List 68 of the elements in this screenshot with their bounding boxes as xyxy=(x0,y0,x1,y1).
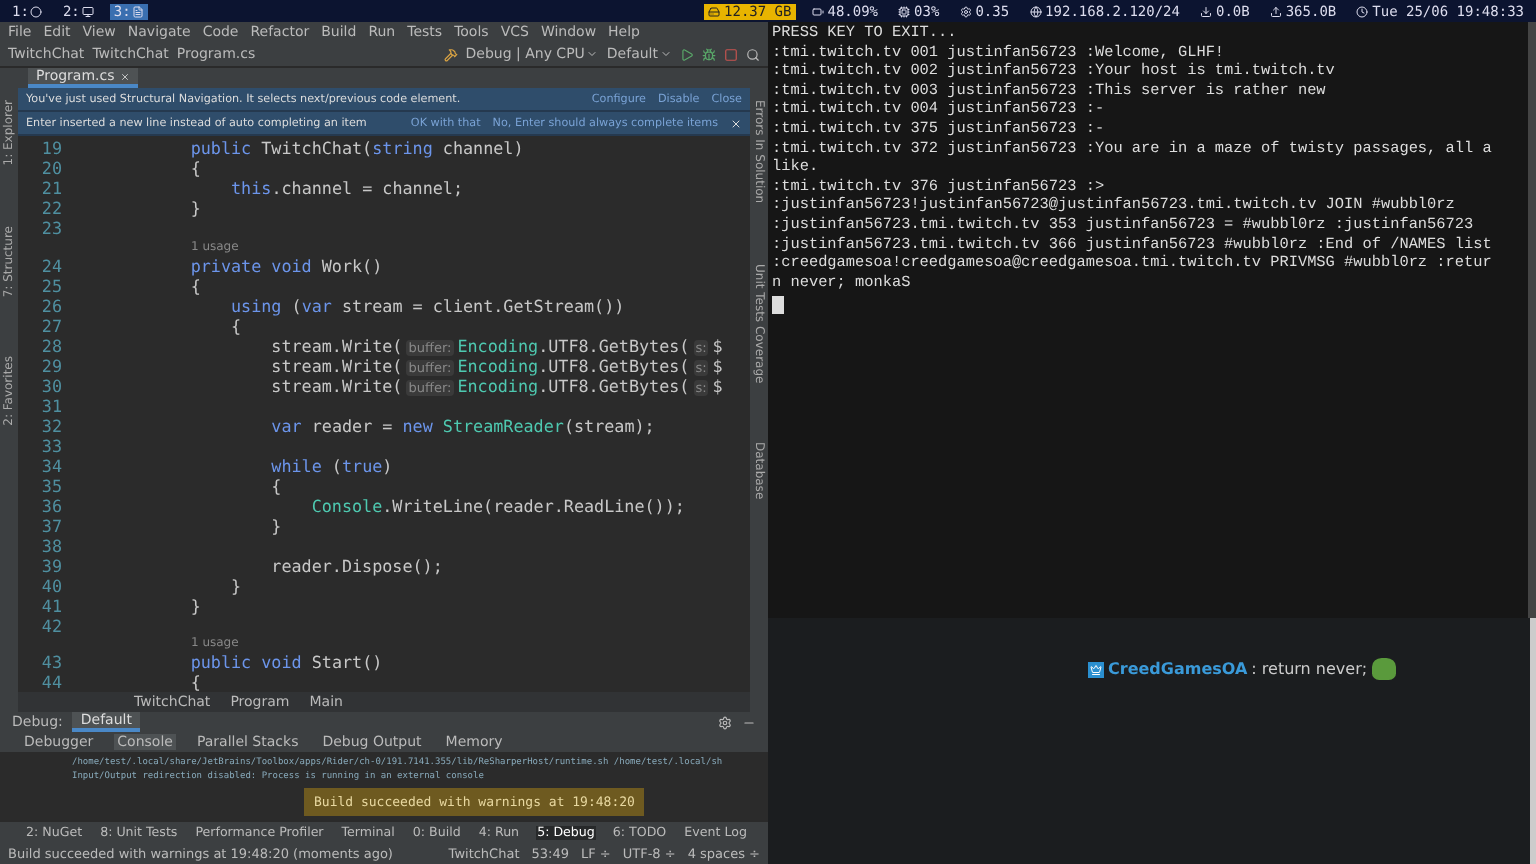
code-line: { xyxy=(188,158,201,178)
code-line: } xyxy=(188,595,201,615)
code-line: private void Work() xyxy=(188,255,383,275)
code-line: public TwitchChat(string channel) xyxy=(188,138,524,158)
workspace-icon xyxy=(30,5,43,17)
line-number: 38 xyxy=(39,535,62,555)
caret-icon xyxy=(586,48,599,60)
memory-icon xyxy=(708,5,721,17)
chat-username[interactable]: CreedGamesOA xyxy=(1108,660,1248,678)
line-number: 23 xyxy=(39,218,62,238)
upload-icon xyxy=(1269,5,1282,17)
stop-icon xyxy=(724,47,738,61)
code-line: } xyxy=(229,575,242,595)
code-line: using (var stream = client.GetStream()) xyxy=(229,295,625,315)
line-number: 36 xyxy=(39,495,62,515)
line-number: 32 xyxy=(39,415,62,435)
code-line: this.channel = channel; xyxy=(229,178,463,198)
line-number: 29 xyxy=(39,355,62,375)
code-line: } xyxy=(269,515,282,535)
download-icon xyxy=(1199,5,1212,17)
line-number: 25 xyxy=(39,275,62,295)
terminal-cursor xyxy=(772,296,784,315)
line-number: 30 xyxy=(39,375,62,395)
line-number: 37 xyxy=(39,515,62,535)
workspace-icon xyxy=(81,5,94,17)
line-number: 44 xyxy=(39,672,62,692)
line-number: 26 xyxy=(39,295,62,315)
line-number: 40 xyxy=(39,575,62,595)
play-icon xyxy=(680,47,694,61)
hammer-icon xyxy=(443,47,458,61)
line-number: 42 xyxy=(39,615,62,635)
code-line: } xyxy=(188,198,201,218)
line-number: 35 xyxy=(39,475,62,495)
clock-icon xyxy=(1356,5,1369,17)
line-number: 22 xyxy=(39,198,62,218)
crown-icon xyxy=(1088,661,1104,677)
workspace-icon xyxy=(132,5,145,17)
code-line: public void Start() xyxy=(188,652,383,672)
line-number: 27 xyxy=(39,315,62,335)
line-number: 21 xyxy=(39,178,62,198)
settings-icon xyxy=(718,715,732,729)
code-line: { xyxy=(269,475,282,495)
code-line: { xyxy=(188,275,201,295)
code-line: Console.WriteLine(reader.ReadLine()); xyxy=(309,495,685,515)
code-line: reader.Dispose(); xyxy=(269,555,443,575)
code-line: var reader = new StreamReader(stream); xyxy=(269,415,655,435)
cpu-icon xyxy=(898,5,911,17)
chat-message: : return never; xyxy=(1251,660,1368,678)
code-line: while (true) xyxy=(269,455,393,475)
line-number: 39 xyxy=(39,555,62,575)
line-number: 24 xyxy=(39,255,62,275)
caret-icon xyxy=(660,48,672,60)
line-number: 20 xyxy=(39,158,62,178)
search-icon xyxy=(746,47,760,61)
line-number: 19 xyxy=(39,138,62,158)
frog-emote xyxy=(1371,658,1396,680)
line-number: 34 xyxy=(39,455,62,475)
code-line: { xyxy=(229,315,242,335)
code-line: { xyxy=(188,672,201,692)
line-number: 28 xyxy=(39,335,62,355)
network-icon xyxy=(1029,5,1042,17)
battery-icon xyxy=(811,5,824,17)
close-icon xyxy=(730,117,742,129)
line-number: 31 xyxy=(39,395,62,415)
line-number: 43 xyxy=(39,652,62,672)
line-number: 33 xyxy=(39,435,62,455)
line-number: 41 xyxy=(39,595,62,615)
bug-icon xyxy=(702,47,716,61)
